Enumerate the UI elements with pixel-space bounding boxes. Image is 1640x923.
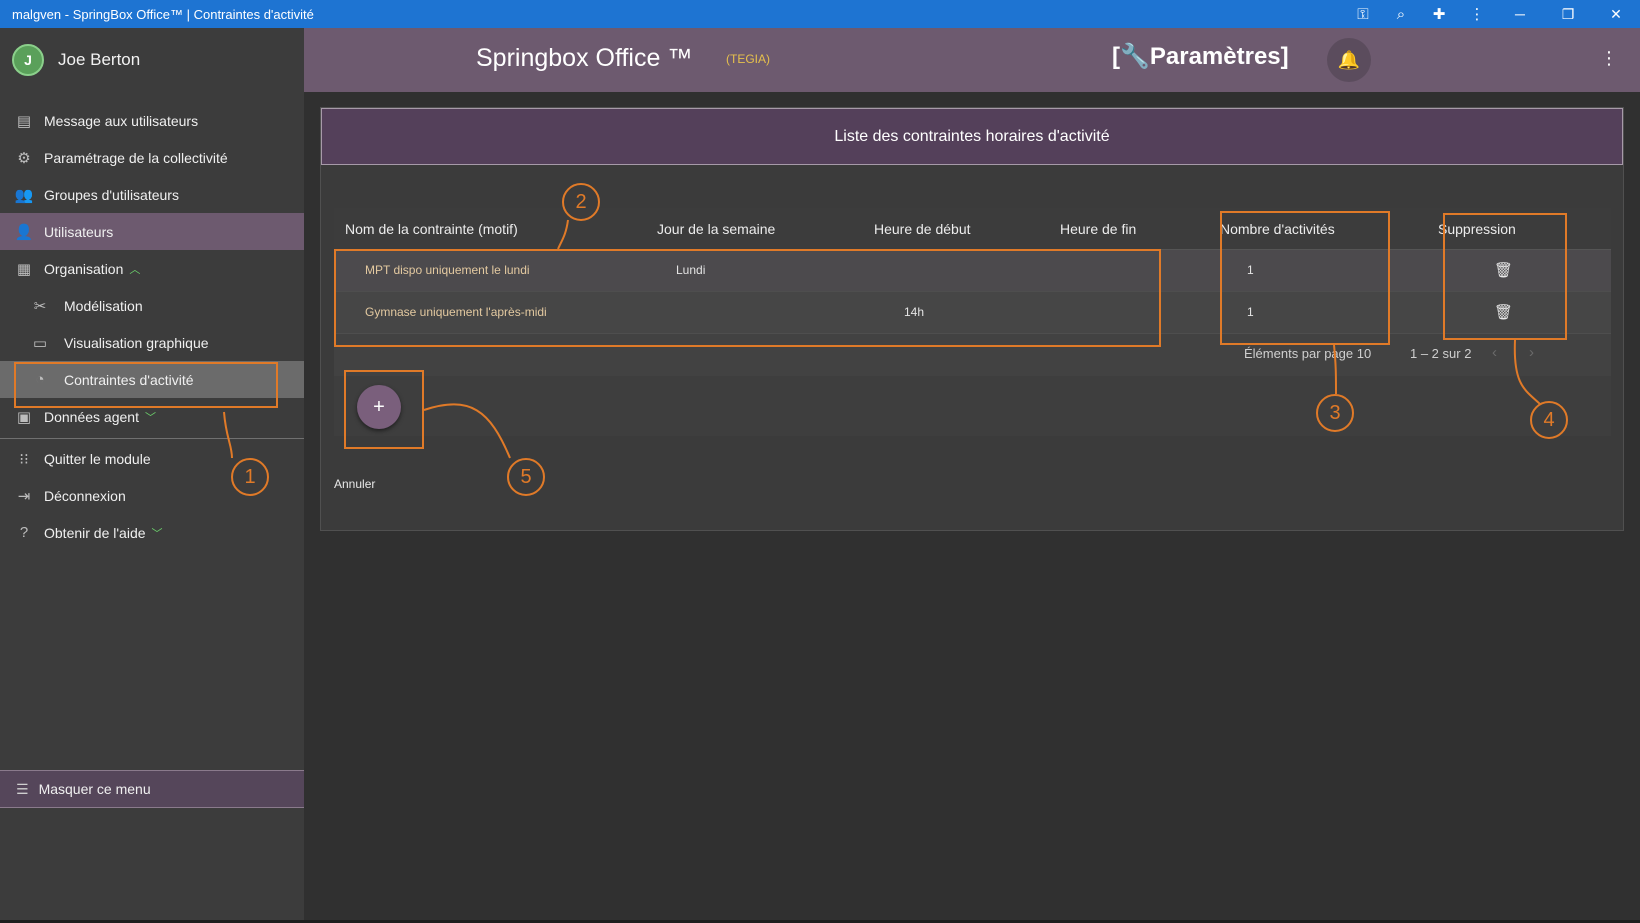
user-profile[interactable]: J Joe Berton (0, 28, 304, 92)
cell-start: 14h (904, 305, 925, 319)
column-header-count[interactable]: Nombre d'activités (1220, 221, 1335, 237)
annotation-marker-5: 5 (507, 458, 545, 496)
window-titlebar: malgven - SpringBox Office™ | Contrainte… (0, 0, 1640, 28)
minimize-button[interactable]: ─ (1496, 0, 1544, 28)
items-per-page-select[interactable]: 10 (1357, 346, 1371, 361)
paginator: Éléments par page 10 1 – 2 sur 2 ‹ › (334, 334, 1611, 374)
annotation-marker-2: 2 (562, 183, 600, 221)
add-user-icon: 👤 (14, 223, 34, 241)
chevron-up-icon: ︿ (129, 263, 141, 276)
sidebar-item-label: Quitter le module (44, 450, 151, 467)
column-header-delete: Suppression (1438, 221, 1516, 237)
help-icon: ? (19, 524, 29, 541)
clock-icon: ◔ (35, 371, 45, 388)
extension-icon[interactable]: ✚ (1420, 0, 1458, 28)
section-title: [🔧Paramètres] (1112, 43, 1289, 70)
column-header-start[interactable]: Heure de début (874, 221, 971, 237)
add-constraint-button[interactable]: + (357, 385, 401, 429)
chevron-down-icon: ﹀ (151, 527, 163, 540)
window-title: malgven - SpringBox Office™ | Contrainte… (12, 6, 314, 22)
table-row[interactable]: Gymnase uniquement l'après-midi 14h 1 🗑 (334, 292, 1611, 334)
items-per-page[interactable]: Éléments par page 10 (1244, 346, 1371, 361)
sidebar-item-label: Groupes d'utilisateurs (44, 186, 179, 203)
add-area: + (334, 376, 1611, 436)
sidebar-item-modelisation[interactable]: ✂ Modélisation (0, 287, 304, 324)
trash-icon[interactable]: 🗑 (1494, 303, 1513, 321)
cell-count: 1 (1247, 263, 1254, 277)
annotation-marker-1: 1 (231, 458, 269, 496)
previous-page-icon[interactable]: ‹ (1492, 344, 1497, 361)
zoom-icon[interactable]: ⌕ (1382, 0, 1420, 28)
column-header-name[interactable]: Nom de la contrainte (motif) (345, 221, 518, 237)
key-icon[interactable]: ⚿ (1344, 0, 1382, 28)
sidebar-item-label: Paramétrage de la collectivité (44, 149, 228, 166)
card-title: Liste des contraintes horaires d'activit… (321, 108, 1623, 165)
tools-icon: ✂ (33, 297, 47, 315)
sidebar-divider (0, 438, 304, 439)
column-header-end[interactable]: Heure de fin (1060, 221, 1136, 237)
sidebar-item-groupes[interactable]: 👥 Groupes d'utilisateurs (0, 176, 304, 213)
message-icon: ▤ (16, 112, 32, 130)
sidebar-item-label: Organisation (44, 260, 124, 277)
grid-icon: ⁝⁝ (19, 450, 29, 468)
sidebar-item-contraintes[interactable]: ◔ Contraintes d'activité (0, 361, 304, 398)
hide-menu-button[interactable]: ☰ Masquer ce menu (0, 770, 304, 808)
next-page-icon[interactable]: › (1529, 344, 1534, 361)
avatar: J (12, 44, 44, 76)
sidebar-item-label: Contraintes d'activité (64, 371, 194, 388)
sidebar-item-label: Obtenir de l'aide (44, 524, 146, 541)
notifications-button[interactable]: 🔔 (1327, 38, 1371, 82)
cell-name[interactable]: MPT dispo uniquement le lundi (365, 263, 530, 277)
sidebar-item-label: Utilisateurs (44, 223, 114, 240)
cell-count: 1 (1247, 305, 1254, 319)
sidebar-item-utilisateurs[interactable]: 👤 Utilisateurs (0, 213, 304, 250)
trash-icon[interactable]: 🗑 (1494, 261, 1513, 279)
cell-day: Lundi (676, 263, 706, 277)
constraints-table: Nom de la contrainte (motif) Jour de la … (334, 208, 1611, 436)
table-row[interactable]: MPT dispo uniquement le lundi Lundi 1 🗑 (334, 250, 1611, 292)
sidebar-item-visualisation[interactable]: ▭ Visualisation graphique (0, 324, 304, 361)
sidebar-item-label: Déconnexion (44, 487, 126, 504)
organisation-label: (TEGIA) (726, 52, 770, 66)
chevron-down-icon: ﹀ (144, 411, 156, 424)
bell-icon: 🔔 (1337, 49, 1361, 70)
hide-menu-label: Masquer ce menu (38, 781, 151, 797)
sidebar-item-label: Données agent (44, 408, 139, 425)
cell-name[interactable]: Gymnase uniquement l'après-midi (365, 305, 547, 319)
sidebar-item-label: Modélisation (64, 297, 143, 314)
more-icon[interactable]: ⋮ (1458, 0, 1496, 28)
cancel-button[interactable]: Annuler (334, 477, 375, 491)
header-menu-icon[interactable]: ⋮ (1600, 48, 1618, 69)
users-icon: 👥 (14, 186, 34, 204)
app-header: Springbox Office ™ (TEGIA) [🔧Paramètres]… (304, 28, 1640, 92)
screen-icon: ▭ (32, 334, 48, 352)
restore-button[interactable]: ❐ (1544, 0, 1592, 28)
sidebar-item-message[interactable]: ▤ Message aux utilisateurs (0, 102, 304, 139)
menu-collapse-icon: ☰ (16, 780, 29, 797)
logout-icon: ⇥ (17, 487, 31, 505)
user-name: Joe Berton (58, 50, 141, 69)
sidebar-item-parametrage[interactable]: ⚙ Paramétrage de la collectivité (0, 139, 304, 176)
sidebar-item-donnees-agent[interactable]: ▣ Données agent ﹀ (0, 398, 304, 435)
annotation-marker-3: 3 (1316, 394, 1354, 432)
annotation-marker-4: 4 (1530, 401, 1568, 439)
paginator-range: 1 – 2 sur 2 (1410, 346, 1472, 361)
organisation-icon: ▦ (16, 260, 32, 278)
table-header: Nom de la contrainte (motif) Jour de la … (334, 208, 1611, 250)
sidebar-item-label: Message aux utilisateurs (44, 112, 199, 129)
sidebar-item-organisation[interactable]: ▦ Organisation ︿ (0, 250, 304, 287)
column-header-day[interactable]: Jour de la semaine (657, 221, 775, 237)
close-button[interactable]: ✕ (1592, 0, 1640, 28)
agent-icon: ▣ (16, 408, 32, 426)
app-title: Springbox Office ™ (476, 44, 693, 72)
sidebar-item-label: Visualisation graphique (64, 334, 209, 351)
gear-icon: ⚙ (17, 149, 31, 167)
items-per-page-label: Éléments par page (1244, 346, 1354, 361)
sidebar-item-aide[interactable]: ? Obtenir de l'aide ﹀ (0, 514, 304, 551)
